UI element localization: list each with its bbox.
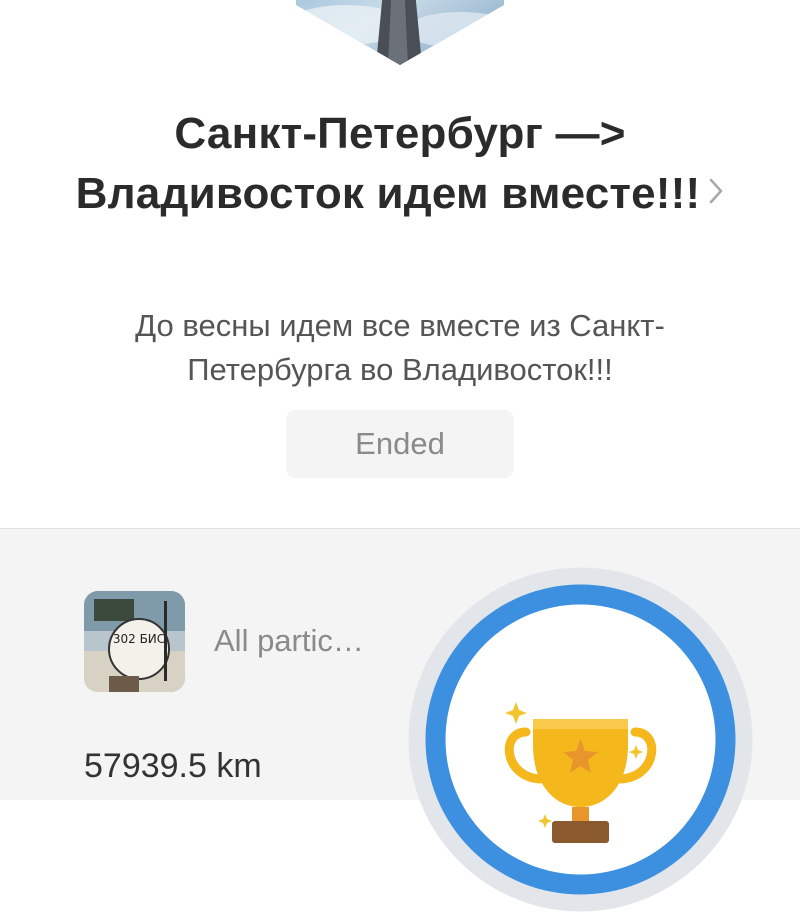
status-button[interactable]: Ended (286, 410, 514, 478)
participants-panel: 302 БИС All partic… 57939.5 km (0, 529, 800, 912)
progress-ring (408, 567, 753, 912)
challenge-header: Санкт-Петербург —> Владивосток идем вмес… (0, 0, 800, 528)
participants-avatar[interactable]: 302 БИС (84, 591, 185, 692)
challenge-title-text: Санкт-Петербург —> Владивосток идем вмес… (75, 109, 701, 218)
challenge-title[interactable]: Санкт-Петербург —> Владивосток идем вмес… (60, 104, 740, 224)
avatar-sign-text: 302 БИС (113, 632, 165, 646)
status-label: Ended (355, 426, 445, 461)
participants-label[interactable]: All partic… (214, 623, 364, 659)
chevron-right-icon (708, 161, 724, 221)
challenge-cover-image (296, 0, 504, 65)
avatar-photo: 302 БИС (84, 591, 185, 692)
total-distance: 57939.5 km (84, 747, 262, 785)
challenge-description: До весны идем все вместе из Санкт-Петерб… (135, 308, 665, 387)
